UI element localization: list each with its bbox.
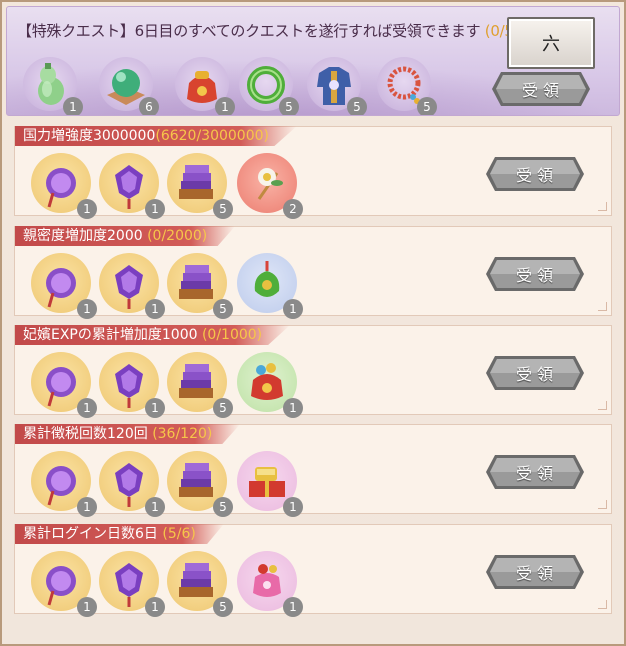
book-stack-icon[interactable]: 5: [167, 153, 233, 219]
receive-button-label: 受領: [515, 166, 558, 185]
quest-progress: (0/2000): [147, 228, 208, 244]
gift-chest-icon[interactable]: 1: [237, 451, 303, 517]
reward-count: 1: [283, 497, 303, 517]
quest-row-consort-exp: 妃嬪EXPの累計増加度1000 (0/1000) 1 1 5 1 受領: [14, 325, 612, 418]
quest-title-text: 親密度増加度2000: [23, 228, 143, 244]
quest-row-tax-collection: 累計徴税回数120回 (36/120) 1 1 5 1 受領: [14, 424, 612, 517]
pink-pouch-icon[interactable]: 1: [237, 551, 303, 617]
green-orb-icon[interactable]: 6: [99, 57, 159, 115]
quest-title: 累計徴税回数120回 (36/120): [15, 424, 241, 444]
purple-talisman-icon[interactable]: 1: [99, 253, 165, 319]
quest-progress: (6620/3000000): [155, 128, 269, 144]
quest-progress: (0/1000): [201, 327, 263, 343]
quest-row-login-days: 累計ログイン日数6日 (5/6) 1 1 5 1 受領: [14, 524, 612, 617]
jade-pendant-icon[interactable]: 1: [237, 253, 303, 319]
reward-count: 5: [279, 97, 299, 115]
reward-count: 1: [215, 97, 235, 115]
reward-count: 1: [63, 97, 83, 115]
treasure-bag-icon[interactable]: 1: [237, 352, 303, 418]
reward-count: 5: [213, 597, 233, 617]
reward-count: 1: [77, 398, 97, 418]
quest-title: 累計ログイン日数6日 (5/6): [15, 524, 224, 544]
quest-title: 妃嬪EXPの累計増加度1000 (0/1000): [15, 325, 291, 345]
quest-title: 親密度増加度2000 (0/2000): [15, 226, 236, 246]
reward-count: 5: [347, 97, 367, 115]
reward-count: 1: [77, 597, 97, 617]
book-stack-icon[interactable]: 5: [167, 352, 233, 418]
quest-title: 国力増強度3000000(6620/3000000): [15, 126, 297, 146]
reward-count: 1: [283, 597, 303, 617]
reward-count: 1: [145, 597, 165, 617]
reward-count: 1: [145, 299, 165, 319]
reward-count: 5: [213, 398, 233, 418]
quest-title-text: 妃嬪EXPの累計増加度1000: [23, 327, 198, 343]
purple-talisman-icon[interactable]: 1: [99, 551, 165, 617]
special-quest-header: 【特殊クエスト】6日目のすべてのクエストを遂行すれば受領できます (0/5) 六…: [6, 6, 620, 116]
reward-count: 1: [77, 199, 97, 219]
jade-bracelet-icon[interactable]: 5: [239, 57, 299, 115]
purple-talisman-icon[interactable]: 1: [99, 451, 165, 517]
book-stack-icon[interactable]: 5: [167, 253, 233, 319]
reward-count: 1: [145, 497, 165, 517]
receive-button-quest-4[interactable]: 受領: [485, 453, 585, 491]
reward-count: 1: [77, 497, 97, 517]
purple-token-icon[interactable]: 1: [31, 551, 97, 617]
robe-icon[interactable]: 5: [307, 57, 367, 115]
receive-button-label: 受領: [515, 464, 558, 483]
quest-progress: (36/120): [152, 426, 213, 442]
purple-token-icon[interactable]: 1: [31, 253, 97, 319]
receive-button-label: 受領: [515, 564, 558, 583]
receive-button-special[interactable]: 受領: [491, 70, 591, 108]
receive-button-quest-5[interactable]: 受領: [485, 553, 585, 591]
reward-count: 5: [417, 97, 437, 115]
reward-count: 5: [213, 199, 233, 219]
receive-button-quest-3[interactable]: 受領: [485, 354, 585, 392]
reward-count: 2: [283, 199, 303, 219]
quest-progress: (5/6): [162, 526, 196, 542]
receive-button-label: 受領: [515, 365, 558, 384]
quest-title-text: 累計ログイン日数6日: [23, 526, 158, 542]
special-quest-panel: 【特殊クエスト】6日目のすべてのクエストを遂行すれば受領できます (0/5) 六…: [0, 0, 626, 646]
lucky-bag-icon[interactable]: 1: [175, 57, 235, 115]
purple-token-icon[interactable]: 1: [31, 153, 97, 219]
reward-count: 1: [145, 199, 165, 219]
quest-row-national-power: 国力増強度3000000(6620/3000000) 1 1 5 2 受領: [14, 126, 612, 219]
quest-title-text: 累計徴税回数120回: [23, 426, 148, 442]
quest-row-intimacy: 親密度増加度2000 (0/2000) 1 1 5 1 受領: [14, 226, 612, 319]
reward-count: 1: [145, 398, 165, 418]
purple-token-icon[interactable]: 1: [31, 451, 97, 517]
day-select-button[interactable]: 六: [507, 17, 595, 69]
reward-count: 6: [139, 97, 159, 115]
day-label: 六: [542, 34, 560, 55]
book-stack-icon[interactable]: 5: [167, 451, 233, 517]
purple-talisman-icon[interactable]: 1: [99, 153, 165, 219]
reward-count: 1: [77, 299, 97, 319]
book-stack-icon[interactable]: 5: [167, 551, 233, 617]
header-title-text: 【特殊クエスト】6日目のすべてのクエストを遂行すれば受領できます: [17, 22, 481, 40]
receive-button-label: 受領: [521, 81, 564, 100]
receive-button-quest-2[interactable]: 受領: [485, 255, 585, 293]
purple-talisman-icon[interactable]: 1: [99, 352, 165, 418]
quest-title-text: 国力増強度3000000: [23, 128, 156, 144]
receive-button-quest-1[interactable]: 受領: [485, 155, 585, 193]
receive-button-label: 受領: [515, 266, 558, 285]
reward-count: 1: [283, 398, 303, 418]
prayer-beads-icon[interactable]: 5: [377, 57, 437, 115]
reward-count: 5: [213, 299, 233, 319]
reward-count: 1: [283, 299, 303, 319]
gourd-icon[interactable]: 1: [23, 57, 83, 115]
reward-count: 5: [213, 497, 233, 517]
purple-token-icon[interactable]: 1: [31, 352, 97, 418]
header-title: 【特殊クエスト】6日目のすべてのクエストを遂行すれば受領できます (0/5): [17, 20, 519, 41]
flower-hairpin-icon[interactable]: 2: [237, 153, 303, 219]
